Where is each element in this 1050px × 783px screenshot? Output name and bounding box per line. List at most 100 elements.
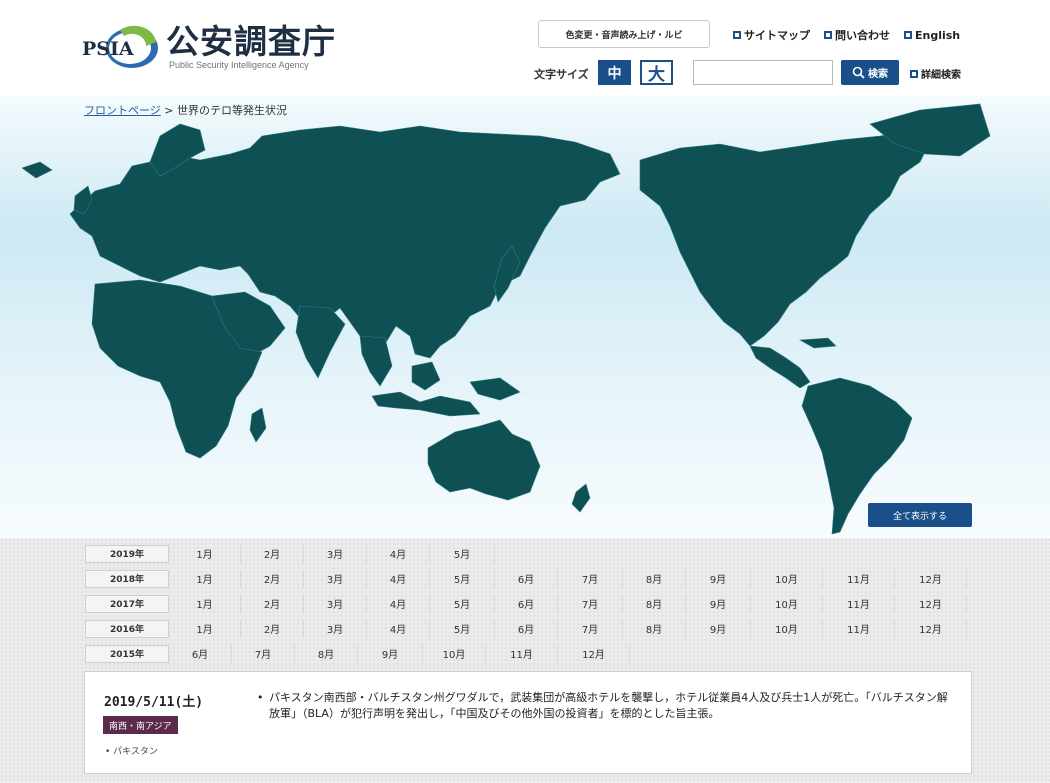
month-link[interactable]: 11月 xyxy=(823,569,895,588)
month-link[interactable]: 11月 xyxy=(823,619,895,638)
new-guinea-region xyxy=(469,377,521,401)
month-link[interactable]: 4月 xyxy=(367,619,430,638)
month-link[interactable]: 4月 xyxy=(367,544,430,563)
month-link[interactable]: 8月 xyxy=(623,619,686,638)
year-row-2016: 2016年 1月 2月 3月 4月 5月 6月 7月 8月 9月 10月 11月… xyxy=(85,619,967,638)
sitemap-link[interactable]: サイトマップ xyxy=(733,27,810,43)
iceland-region xyxy=(21,161,53,179)
month-link[interactable]: 12月 xyxy=(895,619,967,638)
year-tab[interactable]: 2019年 xyxy=(85,544,169,563)
month-link[interactable]: 10月 xyxy=(751,619,823,638)
month-link[interactable]: 9月 xyxy=(686,569,751,588)
month-link[interactable]: 5月 xyxy=(430,544,495,563)
square-bullet-icon xyxy=(824,31,832,39)
month-link[interactable]: 12月 xyxy=(895,569,967,588)
month-link[interactable]: 4月 xyxy=(367,569,430,588)
psia-logo-mark: PSIA xyxy=(80,22,164,72)
advanced-search-label: 詳細検索 xyxy=(921,70,961,81)
australia-region xyxy=(427,419,541,501)
borneo-region xyxy=(411,361,441,391)
breadcrumb-separator: > xyxy=(164,104,174,117)
month-link[interactable]: 11月 xyxy=(823,594,895,613)
year-row-2017: 2017年 1月 2月 3月 4月 5月 6月 7月 8月 9月 10月 11月… xyxy=(85,594,967,613)
month-link[interactable]: 5月 xyxy=(430,569,495,588)
month-link[interactable]: 2月 xyxy=(241,594,304,613)
contact-link[interactable]: 問い合わせ xyxy=(824,27,890,43)
world-map[interactable] xyxy=(0,96,1050,538)
month-link[interactable]: 8月 xyxy=(623,569,686,588)
font-size-medium-button[interactable]: 中 xyxy=(598,60,631,85)
month-link[interactable]: 3月 xyxy=(304,594,367,613)
year-tab[interactable]: 2016年 xyxy=(85,619,169,638)
north-america-region xyxy=(639,129,931,347)
month-link[interactable]: 9月 xyxy=(686,619,751,638)
month-link[interactable]: 9月 xyxy=(358,644,423,663)
india-region xyxy=(295,305,346,379)
site-header: PSIA 公安調査庁 Public Security Intelligence … xyxy=(0,0,1050,96)
new-zealand-region xyxy=(571,483,591,513)
search-button[interactable]: 検索 xyxy=(841,60,899,85)
month-link[interactable]: 2月 xyxy=(241,544,304,563)
month-link[interactable]: 5月 xyxy=(430,594,495,613)
accessibility-ruby-button[interactable]: 色変更・音声読み上げ・ルビ xyxy=(538,20,710,48)
world-map-area: フロントページ > 世界のテロ等発生状況 全て表示する xyxy=(0,96,1050,538)
month-link[interactable]: 3月 xyxy=(304,544,367,563)
square-bullet-icon xyxy=(904,31,912,39)
square-bullet-icon xyxy=(910,69,918,78)
breadcrumb: フロントページ > 世界のテロ等発生状況 xyxy=(84,102,287,118)
month-link[interactable]: 7月 xyxy=(558,594,623,613)
year-tab[interactable]: 2018年 xyxy=(85,569,169,588)
month-link[interactable]: 1月 xyxy=(169,594,241,613)
month-link[interactable]: 2月 xyxy=(241,619,304,638)
month-link[interactable]: 8月 xyxy=(295,644,358,663)
month-link[interactable]: 12月 xyxy=(895,594,967,613)
caribbean-region xyxy=(798,337,837,349)
month-link[interactable]: 1月 xyxy=(169,619,241,638)
year-tab[interactable]: 2017年 xyxy=(85,594,169,613)
country-list-item[interactable]: • パキスタン xyxy=(105,744,158,757)
font-size-large-button[interactable]: 大 xyxy=(640,60,673,85)
year-tab[interactable]: 2015年 xyxy=(85,644,169,663)
month-link[interactable]: 7月 xyxy=(558,619,623,638)
month-link[interactable]: 6月 xyxy=(495,569,558,588)
month-link[interactable]: 10月 xyxy=(751,594,823,613)
breadcrumb-home-link[interactable]: フロントページ xyxy=(84,104,161,117)
show-all-button[interactable]: 全て表示する xyxy=(868,503,972,527)
event-description: パキスタン南西部・バルチスタン州グワダルで，武装集団が高級ホテルを襲撃し，ホテル… xyxy=(257,690,957,722)
month-link[interactable]: 8月 xyxy=(623,594,686,613)
english-link-label: English xyxy=(915,28,961,42)
month-link[interactable]: 9月 xyxy=(686,594,751,613)
header-links: サイトマップ 問い合わせ English xyxy=(733,27,960,43)
year-row-2015: 2015年 6月 7月 8月 9月 10月 11月 12月 xyxy=(85,644,630,663)
month-link[interactable]: 6月 xyxy=(495,619,558,638)
year-row-2018: 2018年 1月 2月 3月 4月 5月 6月 7月 8月 9月 10月 11月… xyxy=(85,569,967,588)
month-link[interactable]: 3月 xyxy=(304,619,367,638)
month-link[interactable]: 7月 xyxy=(558,569,623,588)
madagascar-region xyxy=(249,407,267,443)
region-badge[interactable]: 南西・南アジア xyxy=(103,716,178,734)
indonesia-region xyxy=(371,391,481,417)
logo-title: 公安調査庁 xyxy=(166,22,336,61)
search-icon xyxy=(852,66,865,79)
month-link[interactable]: 12月 xyxy=(558,644,630,663)
site-logo[interactable]: PSIA 公安調査庁 Public Security Intelligence … xyxy=(80,22,336,72)
advanced-search-link[interactable]: 詳細検索 xyxy=(910,66,961,81)
month-link[interactable]: 11月 xyxy=(486,644,558,663)
month-link[interactable]: 10月 xyxy=(423,644,486,663)
search-input[interactable] xyxy=(693,60,833,85)
central-america-region xyxy=(749,345,811,389)
month-link[interactable]: 5月 xyxy=(430,619,495,638)
month-link[interactable]: 1月 xyxy=(169,544,241,563)
square-bullet-icon xyxy=(733,31,741,39)
month-link[interactable]: 3月 xyxy=(304,569,367,588)
english-link[interactable]: English xyxy=(904,27,960,43)
month-link[interactable]: 4月 xyxy=(367,594,430,613)
month-link[interactable]: 1月 xyxy=(169,569,241,588)
month-link[interactable]: 7月 xyxy=(232,644,295,663)
month-link[interactable]: 2月 xyxy=(241,569,304,588)
breadcrumb-current: 世界のテロ等発生状況 xyxy=(177,104,287,117)
logo-text: 公安調査庁 Public Security Intelligence Agenc… xyxy=(166,22,336,71)
month-link[interactable]: 10月 xyxy=(751,569,823,588)
month-link[interactable]: 6月 xyxy=(495,594,558,613)
month-link[interactable]: 6月 xyxy=(169,644,232,663)
